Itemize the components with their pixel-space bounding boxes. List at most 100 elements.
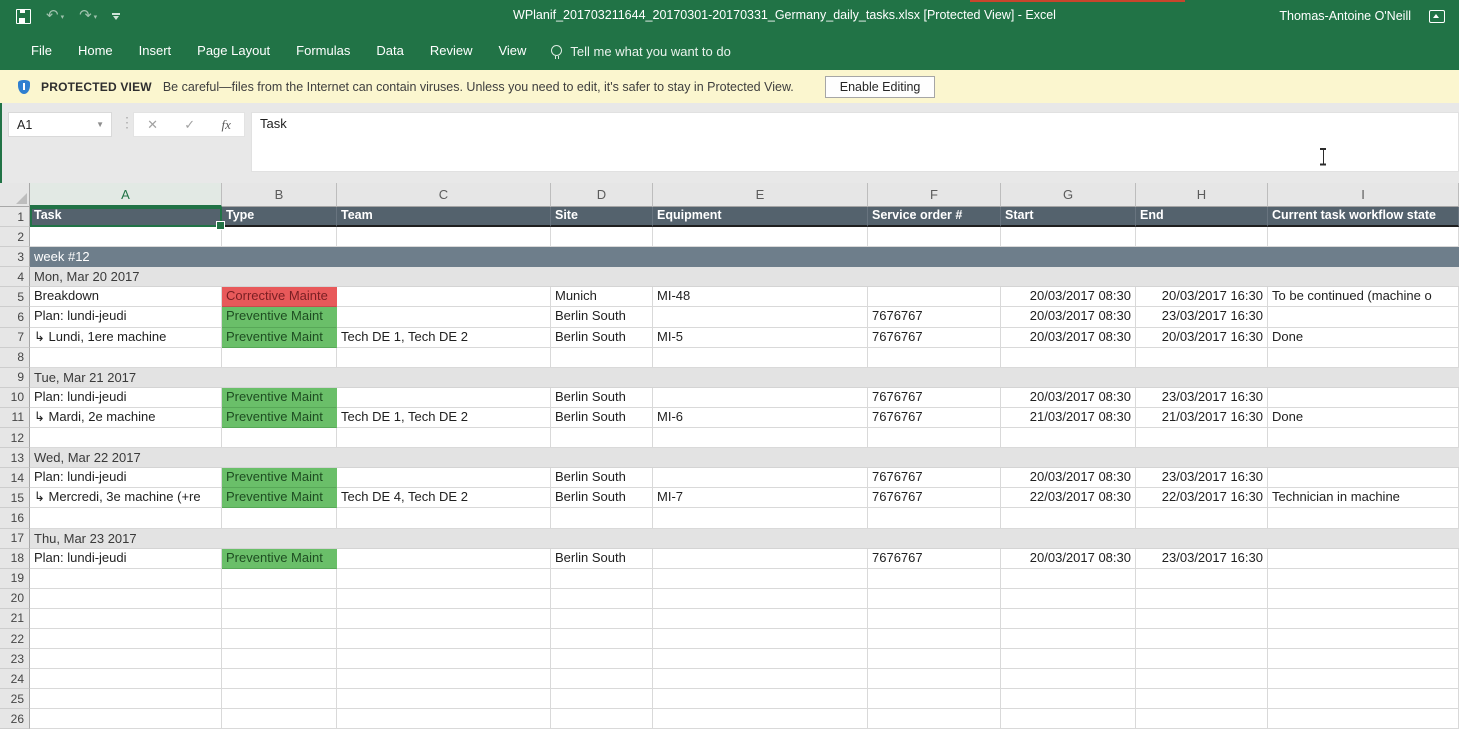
cell-I12[interactable]	[1268, 428, 1459, 448]
cell-F14[interactable]: 7676767	[868, 468, 1001, 488]
cell-H18[interactable]: 23/03/2017 16:30	[1136, 549, 1268, 569]
formula-bar-input[interactable]: Task	[251, 112, 1459, 172]
cell-I26[interactable]	[1268, 709, 1459, 729]
cell-C18[interactable]	[337, 549, 551, 569]
row-header-17[interactable]: 17	[0, 529, 30, 549]
cell-B25[interactable]	[222, 689, 337, 709]
cell-C11[interactable]: Tech DE 1, Tech DE 2	[337, 408, 551, 428]
cell-D6[interactable]: Berlin South	[551, 307, 653, 327]
cell-C20[interactable]	[337, 589, 551, 609]
cell-I22[interactable]	[1268, 629, 1459, 649]
cell-B2[interactable]	[222, 227, 337, 247]
cell-D15[interactable]: Berlin South	[551, 488, 653, 508]
cell-B26[interactable]	[222, 709, 337, 729]
cell-E21[interactable]	[653, 609, 868, 629]
cell-I20[interactable]	[1268, 589, 1459, 609]
cell-B1[interactable]: Type	[222, 207, 337, 227]
cell-E10[interactable]	[653, 388, 868, 408]
cell-A5[interactable]: Breakdown	[30, 287, 222, 307]
cell-E12[interactable]	[653, 428, 868, 448]
cell-E26[interactable]	[653, 709, 868, 729]
cell-G16[interactable]	[1001, 508, 1136, 528]
cell-D21[interactable]	[551, 609, 653, 629]
cell-F15[interactable]: 7676767	[868, 488, 1001, 508]
cell-C12[interactable]	[337, 428, 551, 448]
cell-H24[interactable]	[1136, 669, 1268, 689]
cell-B5[interactable]: Corrective Mainte	[222, 287, 337, 307]
cell-B12[interactable]	[222, 428, 337, 448]
enable-editing-button[interactable]: Enable Editing	[825, 76, 936, 98]
cell-F23[interactable]	[868, 649, 1001, 669]
cell-I8[interactable]	[1268, 348, 1459, 368]
cell-H1[interactable]: End	[1136, 207, 1268, 227]
undo-button[interactable]: ↶ ▾	[46, 9, 64, 23]
cell-G19[interactable]	[1001, 569, 1136, 589]
cell-E20[interactable]	[653, 589, 868, 609]
cell-E8[interactable]	[653, 348, 868, 368]
cell-H16[interactable]	[1136, 508, 1268, 528]
column-header-D[interactable]: D	[551, 183, 653, 207]
cell-B21[interactable]	[222, 609, 337, 629]
row-header-12[interactable]: 12	[0, 428, 30, 448]
cell-F18[interactable]: 7676767	[868, 549, 1001, 569]
cell-D25[interactable]	[551, 689, 653, 709]
cell-I15[interactable]: Technician in machine	[1268, 488, 1459, 508]
row-header-16[interactable]: 16	[0, 508, 30, 528]
row-header-7[interactable]: 7	[0, 328, 30, 348]
cell-F12[interactable]	[868, 428, 1001, 448]
tab-home[interactable]: Home	[65, 43, 126, 70]
cell-I10[interactable]	[1268, 388, 1459, 408]
cell-A17[interactable]: Thu, Mar 23 2017	[30, 529, 1459, 549]
row-header-21[interactable]: 21	[0, 609, 30, 629]
row-header-22[interactable]: 22	[0, 629, 30, 649]
cell-A19[interactable]	[30, 569, 222, 589]
save-icon[interactable]	[16, 9, 31, 24]
cell-C16[interactable]	[337, 508, 551, 528]
cell-F22[interactable]	[868, 629, 1001, 649]
cell-F10[interactable]: 7676767	[868, 388, 1001, 408]
column-header-I[interactable]: I	[1268, 183, 1459, 207]
cell-A1[interactable]: Task	[30, 207, 222, 227]
cell-D8[interactable]	[551, 348, 653, 368]
cell-H22[interactable]	[1136, 629, 1268, 649]
cell-H2[interactable]	[1136, 227, 1268, 247]
cell-H5[interactable]: 20/03/2017 16:30	[1136, 287, 1268, 307]
cell-G7[interactable]: 20/03/2017 08:30	[1001, 328, 1136, 348]
cell-C22[interactable]	[337, 629, 551, 649]
user-name[interactable]: Thomas-Antoine O'Neill	[1279, 9, 1411, 23]
cell-G18[interactable]: 20/03/2017 08:30	[1001, 549, 1136, 569]
cell-H26[interactable]	[1136, 709, 1268, 729]
cell-H14[interactable]: 23/03/2017 16:30	[1136, 468, 1268, 488]
cell-H12[interactable]	[1136, 428, 1268, 448]
cell-I24[interactable]	[1268, 669, 1459, 689]
row-header-26[interactable]: 26	[0, 709, 30, 729]
cell-I2[interactable]	[1268, 227, 1459, 247]
cell-I6[interactable]	[1268, 307, 1459, 327]
cell-C14[interactable]	[337, 468, 551, 488]
row-header-5[interactable]: 5	[0, 287, 30, 307]
cell-H20[interactable]	[1136, 589, 1268, 609]
cell-E18[interactable]	[653, 549, 868, 569]
row-header-14[interactable]: 14	[0, 468, 30, 488]
cell-D23[interactable]	[551, 649, 653, 669]
cancel-icon[interactable]: ✕	[147, 117, 158, 133]
enter-icon[interactable]: ✓	[184, 117, 195, 133]
cell-A13[interactable]: Wed, Mar 22 2017	[30, 448, 1459, 468]
cell-F7[interactable]: 7676767	[868, 328, 1001, 348]
tab-file[interactable]: File	[18, 43, 65, 70]
cell-A14[interactable]: Plan: lundi-jeudi	[30, 468, 222, 488]
cell-G15[interactable]: 22/03/2017 08:30	[1001, 488, 1136, 508]
cell-H6[interactable]: 23/03/2017 16:30	[1136, 307, 1268, 327]
column-header-A[interactable]: A	[30, 183, 222, 207]
cell-F8[interactable]	[868, 348, 1001, 368]
cell-F25[interactable]	[868, 689, 1001, 709]
cell-A3[interactable]: week #12	[30, 247, 1459, 267]
cell-E24[interactable]	[653, 669, 868, 689]
cell-D18[interactable]: Berlin South	[551, 549, 653, 569]
cell-F19[interactable]	[868, 569, 1001, 589]
row-header-11[interactable]: 11	[0, 408, 30, 428]
undo-dropdown-icon[interactable]: ▾	[61, 13, 65, 23]
row-header-1[interactable]: 1	[0, 207, 30, 227]
row-header-24[interactable]: 24	[0, 669, 30, 689]
cell-B22[interactable]	[222, 629, 337, 649]
